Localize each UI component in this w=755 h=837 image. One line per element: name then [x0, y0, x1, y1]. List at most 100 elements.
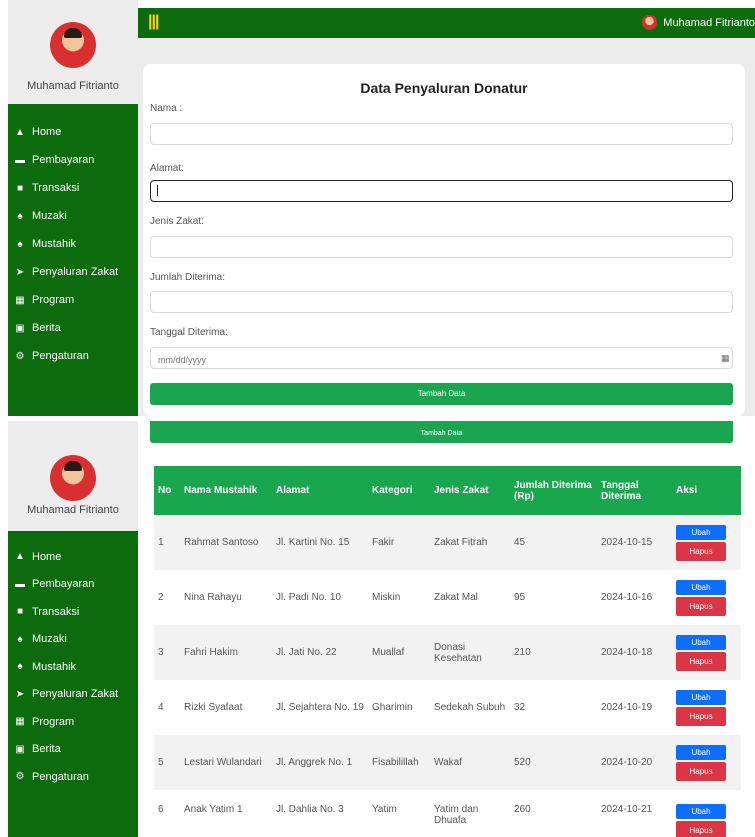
sidebar-item-penyaluran-zakat[interactable]: ➤ Penyaluran Zakat: [8, 258, 138, 286]
tambah-data-button[interactable]: Tambah Data: [150, 383, 733, 405]
column-header-aksi: Aksi: [676, 485, 698, 496]
home-icon: ▲: [15, 126, 25, 138]
sidebar-item-transaksi[interactable]: ■ Transaksi: [8, 598, 138, 626]
hapus-button[interactable]: Hapus: [676, 651, 726, 671]
column-header-kategori: Kategori: [372, 485, 413, 496]
sidebar-item-pembayaran[interactable]: ▬ Pembayaran: [8, 571, 138, 599]
text-cursor: [157, 185, 158, 196]
send-icon: ➤: [15, 688, 25, 700]
cell-jenis: Yatim dan Dhuafa: [434, 804, 479, 826]
cell-no: 5: [158, 757, 164, 768]
cell-kategori: Fisabilillah: [372, 757, 419, 768]
hapus-button[interactable]: Hapus: [676, 706, 726, 726]
sidebar-item-muzaki[interactable]: ♠ Muzaki: [8, 202, 138, 230]
user-group-icon: ♠: [17, 238, 23, 250]
ubah-button[interactable]: Ubah: [676, 524, 726, 540]
form-screen: Muhamad Fitrianto ▲ Home ▬ Pembayaran ■ Tra…: [0, 0, 755, 416]
send-icon: ➤: [15, 266, 25, 278]
gear-icon: ⚙: [15, 350, 25, 362]
cell-kategori: Miskin: [372, 592, 401, 603]
cell-nama: Rahmat Santoso: [184, 537, 259, 548]
ubah-button[interactable]: Ubah: [676, 804, 726, 819]
sidebar-user-name: Muhamad Fitrianto: [27, 80, 119, 92]
topbar-user[interactable]: Muhamad Fitrianto: [642, 15, 755, 30]
cell-jenis: Sedekah Subuh: [434, 702, 506, 713]
cell-no: 2: [158, 592, 164, 603]
cell-kategori: Yatim: [372, 804, 397, 815]
cell-jumlah: 95: [514, 592, 526, 603]
ubah-button[interactable]: Ubah: [676, 634, 726, 650]
tambah-data-button[interactable]: Tambah Data: [150, 421, 733, 443]
tanggal-diterima-input[interactable]: [150, 347, 733, 369]
sidebar-item-penyaluran-zakat[interactable]: ➤ Penyaluran Zakat: [8, 681, 138, 709]
cell-aksi: Ubah Hapus: [672, 735, 741, 790]
home-icon: ▲: [15, 551, 25, 563]
ubah-button[interactable]: Ubah: [676, 579, 726, 595]
jumlah-diterima-input[interactable]: [150, 291, 733, 313]
table-row: 3 Fahri Hakim Jl. Jati No. 22 Muallaf Do…: [154, 625, 741, 680]
sidebar-item-mustahik[interactable]: ♠ Mustahik: [8, 230, 138, 258]
column-header-jenis-zakat: Jenis Zakat: [434, 485, 489, 496]
avatar: [50, 455, 96, 501]
penyaluran-table: No Nama Mustahik Alamat Kategori Jenis Z…: [154, 466, 741, 837]
cell-jumlah: 32: [514, 702, 526, 713]
sidebar-item-home[interactable]: ▲ Home: [8, 118, 138, 146]
sidebar-item-transaksi[interactable]: ■ Transaksi: [8, 174, 138, 202]
table-screen: Muhamad Fitrianto ▲ Home ▬ Pembayaran ■ Tra…: [0, 421, 755, 837]
nama-label: Nama :: [150, 103, 183, 114]
table-row: 5 Lestari Wulandari Jl. Anggrek No. 1 Fi…: [154, 735, 741, 790]
sidebar-item-mustahik[interactable]: ♠ Mustahik: [8, 653, 138, 681]
sidebar-item-program[interactable]: ▦ Program: [8, 708, 138, 736]
cell-jenis: Zakat Mal: [434, 592, 478, 603]
page-title: Data Penyaluran Donatur: [360, 80, 528, 96]
cell-alamat: Jl. Kartini No. 15: [276, 537, 350, 548]
column-header-nama-mustahik: Nama Mustahik: [184, 485, 258, 496]
cell-jenis: Wakaf: [434, 757, 462, 768]
column-header-tanggal-diterima: Tanggal Diterima: [601, 479, 642, 502]
sidebar-item-pembayaran[interactable]: ▬ Pembayaran: [8, 146, 138, 174]
sidebar-item-berita[interactable]: ▣ Berita: [8, 314, 138, 342]
table-header-row: No Nama Mustahik Alamat Kategori Jenis Z…: [154, 466, 741, 515]
money-icon: ■: [16, 182, 24, 194]
avatar: [642, 15, 658, 30]
cell-tanggal: 2024-10-21: [601, 804, 653, 815]
cell-alamat: Jl. Anggrek No. 1: [276, 757, 353, 768]
table-row: 6 Anak Yatim 1 Jl. Dahlia No. 3 Yatim Ya…: [154, 790, 741, 837]
newspaper-icon: ▣: [15, 743, 25, 755]
sidebar-item-program[interactable]: ▦ Program: [8, 286, 138, 314]
hapus-button[interactable]: Hapus: [676, 821, 726, 837]
cell-kategori: Muallaf: [372, 647, 405, 658]
jumlah-diterima-label: Jumlah Diterima:: [150, 272, 226, 283]
ubah-button[interactable]: Ubah: [676, 689, 726, 705]
list-icon: ▦: [15, 716, 25, 728]
jenis-zakat-label: Jenis Zakat:: [150, 216, 204, 227]
users-icon: ♠: [17, 210, 23, 222]
nama-input[interactable]: [150, 123, 733, 145]
cell-nama: Lestari Wulandari: [184, 757, 262, 768]
ubah-button[interactable]: Ubah: [676, 744, 726, 760]
sidebar-item-muzaki[interactable]: ♠ Muzaki: [8, 626, 138, 654]
cell-aksi: Ubah Hapus: [672, 570, 741, 625]
newspaper-icon: ▣: [15, 322, 25, 334]
cell-jenis: Donasi Kesehatan: [434, 641, 482, 664]
cell-no: 1: [158, 537, 164, 548]
sidebar-item-home[interactable]: ▲ Home: [8, 543, 138, 571]
cell-aksi: Ubah Hapus: [672, 515, 741, 570]
credit-card-icon: ▬: [15, 154, 25, 166]
hamburger-icon[interactable]: |||: [148, 13, 159, 31]
hapus-button[interactable]: Hapus: [676, 541, 726, 561]
sidebar-item-pengaturan[interactable]: ⚙ Pengaturan: [8, 342, 138, 370]
hapus-button[interactable]: Hapus: [676, 596, 726, 616]
tanggal-diterima-label: Tanggal Diterima:: [150, 327, 228, 338]
date-placeholder: mm/dd/yyyy: [158, 355, 207, 365]
calendar-icon[interactable]: ▦: [721, 353, 730, 364]
jenis-zakat-input[interactable]: [150, 236, 733, 258]
alamat-input[interactable]: [150, 180, 733, 202]
user-group-icon: ♠: [17, 661, 23, 673]
cell-kategori: Gharimin: [372, 702, 413, 713]
table-row: 1 Rahmat Santoso Jl. Kartini No. 15 Faki…: [154, 515, 741, 570]
sidebar-item-pengaturan[interactable]: ⚙ Pengaturan: [8, 763, 138, 791]
sidebar-item-berita[interactable]: ▣ Berita: [8, 736, 138, 764]
hapus-button[interactable]: Hapus: [676, 761, 726, 781]
cell-aksi: Ubah Hapus: [672, 625, 741, 680]
